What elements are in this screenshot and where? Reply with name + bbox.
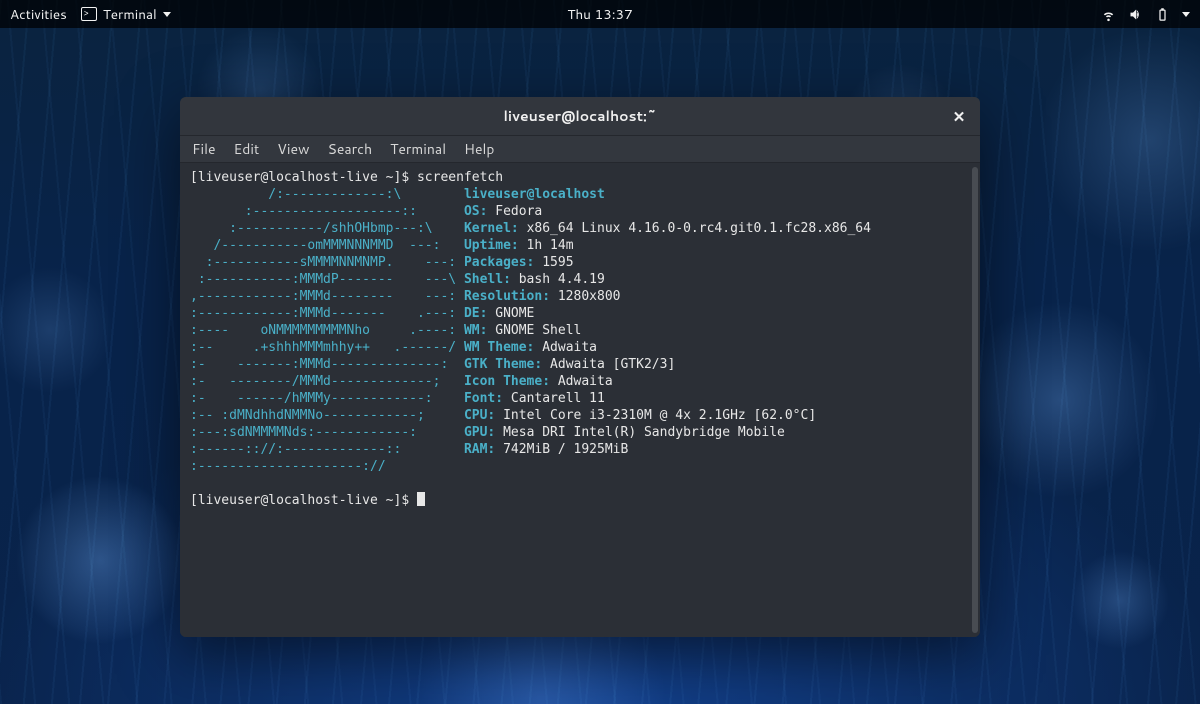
menu-terminal[interactable]: Terminal [390, 139, 446, 159]
terminal-window: liveuser@localhost:~ ✕ File Edit View Se… [180, 97, 980, 637]
scrollbar[interactable] [972, 167, 978, 633]
network-wifi-icon [1101, 7, 1116, 22]
chevron-down-icon [163, 12, 171, 17]
close-icon: ✕ [953, 106, 966, 127]
window-title: liveuser@localhost:~ [504, 106, 657, 126]
menu-help[interactable]: Help [464, 139, 494, 159]
menubar: File Edit View Search Terminal Help [180, 136, 980, 163]
terminal-output: [liveuser@localhost-live ~]$ screenfetch… [180, 163, 980, 515]
menu-file[interactable]: File [192, 139, 216, 159]
menu-view[interactable]: View [277, 139, 309, 159]
activities-button[interactable]: Activities [10, 5, 67, 24]
volume-icon [1128, 7, 1143, 22]
system-status-area[interactable] [1101, 7, 1190, 22]
menu-edit[interactable]: Edit [234, 139, 260, 159]
clock[interactable]: Thu 13:37 [567, 5, 632, 24]
terminal-icon [81, 7, 97, 21]
menu-search[interactable]: Search [328, 139, 373, 159]
window-close-button[interactable]: ✕ [948, 105, 970, 127]
app-menu-button[interactable]: Terminal [81, 5, 171, 24]
gnome-top-bar: Activities Terminal Thu 13:37 [0, 0, 1200, 28]
terminal-viewport[interactable]: [liveuser@localhost-live ~]$ screenfetch… [180, 163, 980, 637]
app-menu-label: Terminal [103, 5, 157, 24]
battery-icon [1155, 7, 1170, 22]
chevron-down-icon [1182, 12, 1190, 17]
window-titlebar[interactable]: liveuser@localhost:~ ✕ [180, 97, 980, 136]
